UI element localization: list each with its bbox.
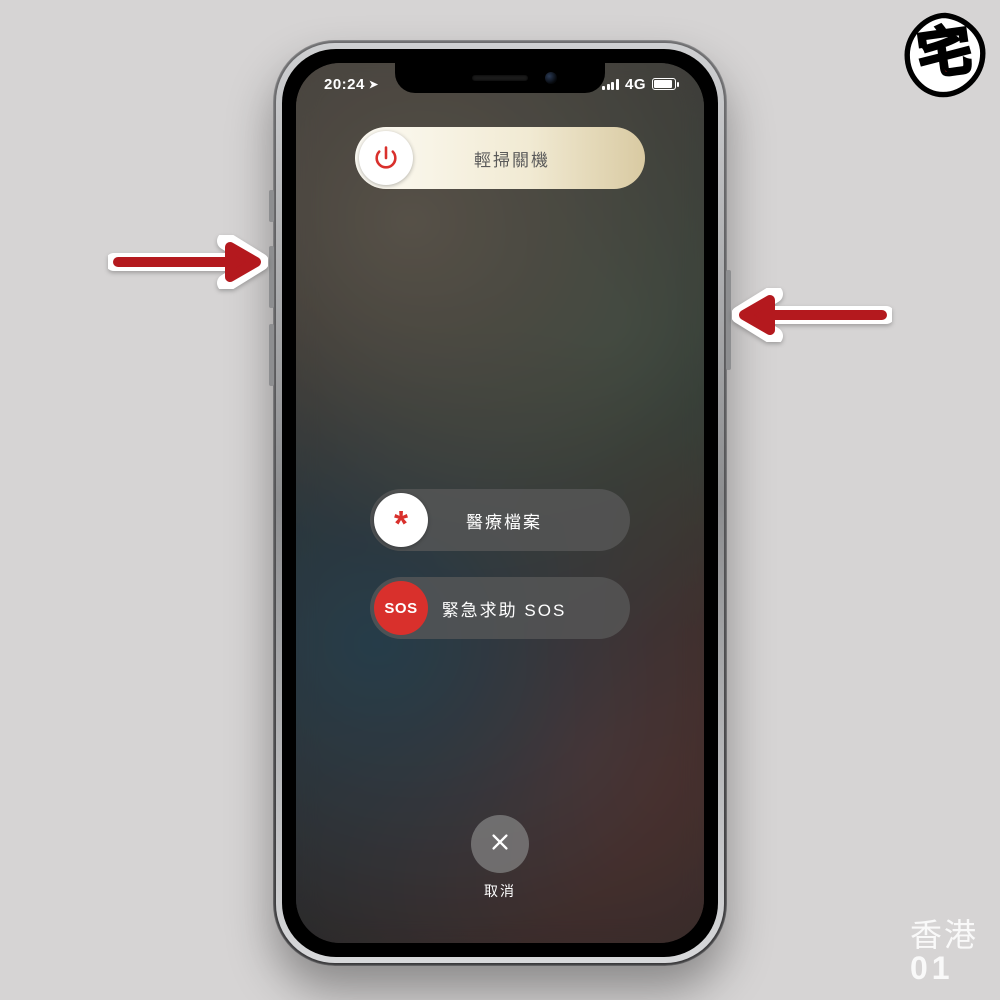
- phone-screen: 20:24 ➤ 4G 輕掃關機: [296, 63, 704, 943]
- arrow-left-icon: [108, 235, 268, 289]
- mute-switch[interactable]: [269, 190, 274, 222]
- watermark: 香港 01: [910, 919, 978, 986]
- svg-text:宅: 宅: [914, 20, 976, 87]
- medical-id-label: 醫療檔案: [428, 508, 626, 533]
- emergency-sos-slider[interactable]: SOS 緊急求助 SOS: [370, 577, 630, 639]
- watermark-line2: 01: [910, 952, 978, 986]
- slide-to-power-off[interactable]: 輕掃關機: [355, 127, 645, 189]
- sos-icon[interactable]: SOS: [374, 581, 428, 635]
- watermark-line1: 香港: [910, 919, 978, 953]
- power-off-label: 輕掃關機: [413, 146, 641, 171]
- medical-id-icon[interactable]: *: [374, 493, 428, 547]
- sos-label: 緊急求助 SOS: [428, 596, 626, 621]
- phone-bezel: 20:24 ➤ 4G 輕掃關機: [282, 49, 718, 957]
- phone-frame: 20:24 ➤ 4G 輕掃關機: [273, 40, 727, 966]
- volume-up-button[interactable]: [269, 246, 274, 308]
- arrow-right-icon: [732, 288, 892, 342]
- volume-down-button[interactable]: [269, 324, 274, 386]
- close-icon: [489, 831, 511, 858]
- speaker: [472, 75, 528, 81]
- front-camera: [545, 72, 557, 84]
- power-icon[interactable]: [359, 131, 413, 185]
- sos-knob-label: SOS: [374, 581, 428, 635]
- asterisk-icon: *: [394, 506, 408, 542]
- notch: [395, 63, 605, 93]
- cancel-button[interactable]: [471, 815, 529, 873]
- medical-id-slider[interactable]: * 醫療檔案: [370, 489, 630, 551]
- cancel-label: 取消: [484, 881, 516, 901]
- source-logo: 宅: [900, 10, 990, 100]
- side-button[interactable]: [726, 270, 731, 370]
